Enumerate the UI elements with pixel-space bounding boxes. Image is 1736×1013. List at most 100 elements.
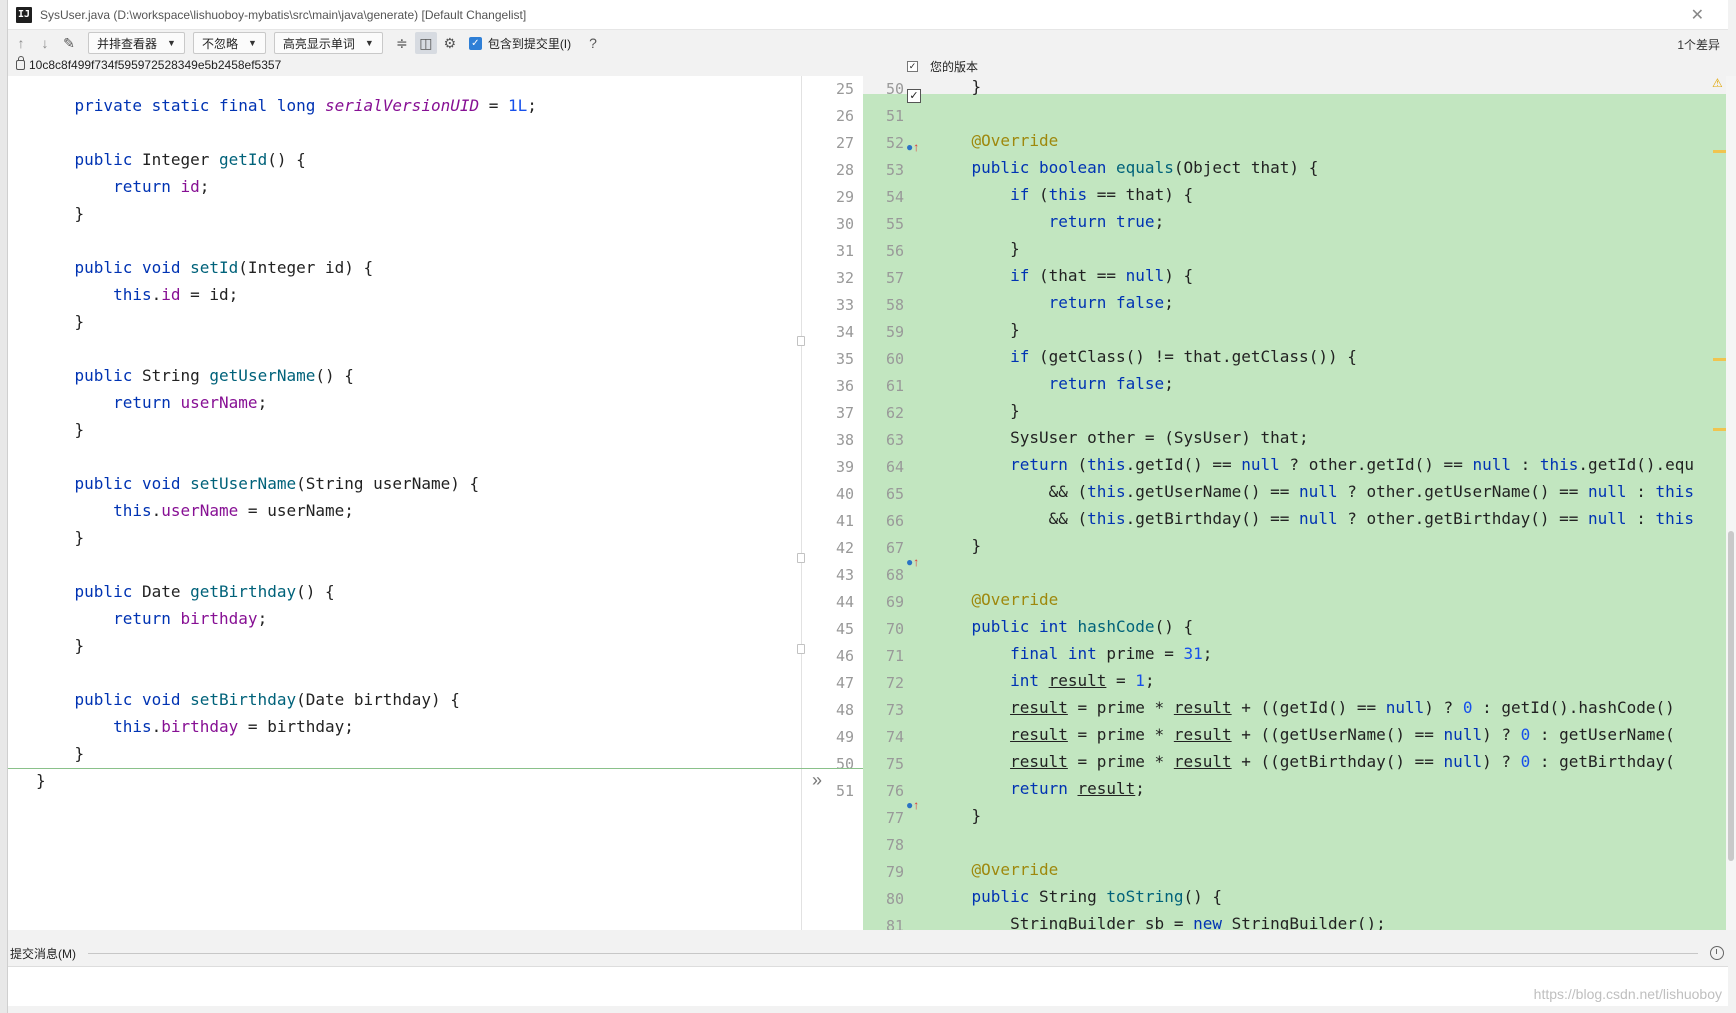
code-line: return true;: [913, 208, 1729, 235]
close-icon[interactable]: ✕: [1691, 5, 1704, 25]
line-number: 37: [835, 404, 854, 422]
code-token: this: [1087, 455, 1126, 474]
line-number: 42: [835, 539, 854, 557]
code-line: public Integer getId() {: [24, 146, 801, 173]
code-line: public void setId(Integer id) {: [24, 254, 801, 281]
help-button[interactable]: ?: [589, 35, 597, 51]
commit-message-label: 提交消息(M): [10, 946, 76, 961]
change-stripe[interactable]: [1713, 150, 1727, 153]
up-arrow-icon[interactable]: ↑: [10, 32, 32, 54]
code-line: return userName;: [24, 389, 801, 416]
code-token: null: [1241, 455, 1280, 474]
code-token: (Object that) {: [1173, 158, 1319, 177]
code-token: .: [151, 717, 162, 736]
line-number: 43: [835, 566, 854, 584]
viewer-dropdown[interactable]: 并排查看器 ▼: [88, 32, 185, 54]
code-line: return id;: [24, 173, 801, 200]
code-line: private static final long serialVersionU…: [24, 92, 801, 119]
clock-icon[interactable]: [1710, 946, 1724, 960]
warning-icon[interactable]: ⚠: [1712, 76, 1723, 90]
fold-marker-icon[interactable]: [797, 644, 805, 654]
change-stripe[interactable]: [1713, 358, 1727, 361]
code-token: }: [36, 771, 46, 790]
code-line: if (that == null) {: [913, 262, 1729, 289]
fold-marker-icon[interactable]: [797, 336, 805, 346]
vertical-scrollbar[interactable]: [1726, 76, 1736, 930]
collapse-icon[interactable]: ≑: [391, 32, 413, 54]
commit-message-input[interactable]: [8, 966, 1728, 1006]
code-token: result: [1077, 779, 1136, 798]
code-token: null: [1125, 266, 1165, 285]
code-line: return false;: [913, 370, 1729, 397]
code-token: new: [1193, 914, 1232, 930]
fold-marker-icon[interactable]: [797, 553, 805, 563]
code-token: 0: [1462, 698, 1473, 717]
code-token: =: [1106, 671, 1136, 690]
viewer-dropdown-label: 并排查看器: [97, 36, 158, 51]
code-token: null: [1472, 455, 1511, 474]
code-line: return birthday;: [24, 605, 801, 632]
line-number: 33: [835, 296, 854, 314]
code-token: }: [933, 536, 982, 555]
code-line: }: [913, 76, 1729, 100]
checkbox-icon[interactable]: ✓: [907, 61, 918, 72]
code-line: public boolean equals(Object that) {: [913, 154, 1729, 181]
gear-icon[interactable]: ⚙: [439, 32, 461, 54]
side-by-side-icon[interactable]: ◫: [414, 32, 437, 54]
line-number: 26: [835, 107, 854, 125]
ignore-dropdown-label: 不忽略: [201, 36, 238, 51]
code-token: if: [1010, 347, 1039, 366]
code-token: = prime *: [1067, 698, 1174, 717]
line-number: 46: [835, 647, 854, 665]
code-token: public void: [74, 474, 191, 493]
code-token: }: [36, 744, 85, 763]
code-token: () {: [315, 366, 354, 385]
code-token: (: [1038, 185, 1049, 204]
code-token: = birthday;: [238, 717, 354, 736]
code-token: String: [141, 366, 210, 385]
scrollbar-thumb[interactable]: [1728, 531, 1734, 861]
code-token: setId: [190, 258, 239, 277]
change-stripe[interactable]: [1713, 428, 1727, 431]
code-token: .: [151, 285, 162, 304]
include-commit-checkbox[interactable]: ✓ 包含到提交里(I): [468, 35, 571, 52]
line-number: 34: [835, 323, 854, 341]
code-token: return: [1010, 455, 1078, 474]
code-line: }: [913, 316, 1729, 343]
ignore-dropdown[interactable]: 不忽略 ▼: [192, 32, 266, 54]
left-line-numbers: 25 26 27 28 29 30 31 32 33 34 35 36 37 38 39 40 41 42 43 44…: [812, 76, 854, 930]
line-number: 25: [835, 80, 854, 98]
edit-icon[interactable]: ✎: [58, 32, 80, 54]
code-token: .getId().equ: [1578, 455, 1695, 474]
code-token: (Integer id) {: [238, 258, 374, 277]
down-arrow-icon[interactable]: ↓: [34, 32, 56, 54]
code-token: () {: [1183, 887, 1222, 906]
code-token: serialVersionUID: [324, 96, 480, 115]
code-line: && (this.getBirthday() == null ? other.g…: [913, 505, 1729, 532]
right-editor[interactable]: ✓ ●↑ ●↑ ●↑ } @Override public boolean eq…: [863, 76, 1729, 930]
code-line: }: [24, 416, 801, 443]
merge-arrow-icon[interactable]: »: [812, 770, 822, 791]
code-line: public void setBirthday(Date birthday) {: [24, 686, 801, 713]
code-token: ;: [199, 177, 210, 196]
code-token: : getBirthday(: [1530, 752, 1675, 771]
highlight-dropdown[interactable]: 高亮显示单词 ▼: [273, 32, 383, 54]
code-token: .getId() ==: [1125, 455, 1242, 474]
code-token: public: [74, 582, 142, 601]
left-editor[interactable]: private static final long serialVersionU…: [8, 76, 801, 930]
code-token: public: [74, 366, 142, 385]
code-line: && (this.getUserName() == null ? other.g…: [913, 478, 1729, 505]
commit-message-bar: 提交消息(M): [8, 942, 1728, 964]
code-token: @Override: [971, 131, 1059, 150]
code-token: () {: [267, 150, 306, 169]
